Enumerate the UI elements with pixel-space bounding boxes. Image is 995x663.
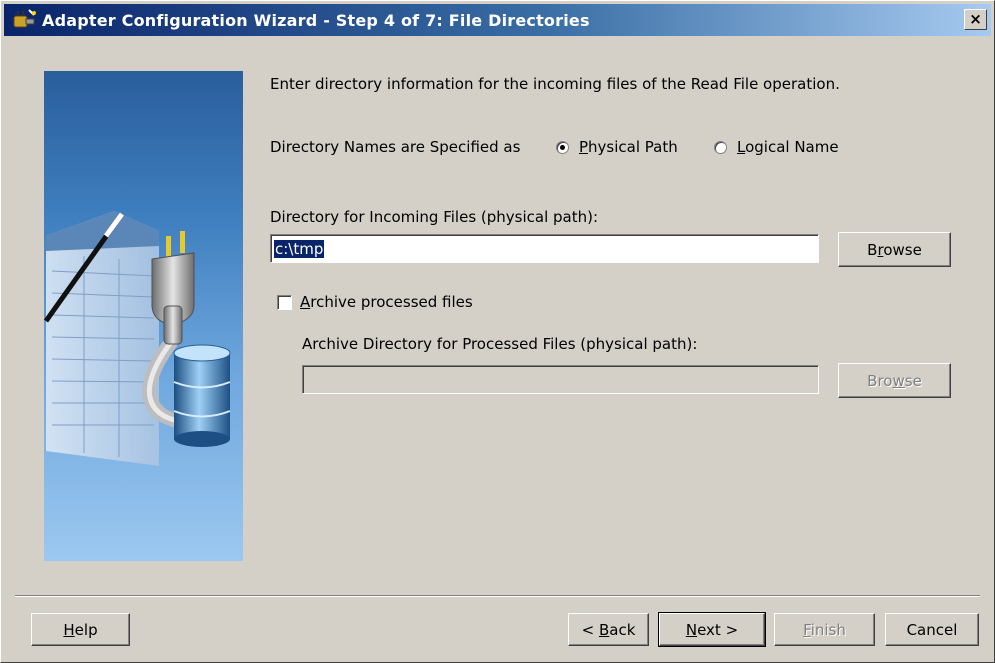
cancel-button[interactable]: Cancel <box>885 613 979 646</box>
close-icon: × <box>969 10 982 28</box>
logical-name-label[interactable]: Logical Name <box>737 138 839 156</box>
directory-names-label: Directory Names are Specified as <box>270 138 521 156</box>
plug-database-illustration <box>44 211 231 466</box>
next-button[interactable]: Next > <box>658 612 766 647</box>
help-button[interactable]: Help <box>31 613 130 646</box>
wizard-window: Adapter Configuration Wizard - Step 4 of… <box>0 0 995 663</box>
close-button[interactable]: × <box>964 9 987 30</box>
window-title: Adapter Configuration Wizard - Step 4 of… <box>42 10 590 30</box>
next-label: Next > <box>685 620 739 639</box>
physical-path-label[interactable]: Physical Path <box>579 138 678 156</box>
back-button[interactable]: < Back <box>568 613 649 646</box>
archive-browse-button[interactable]: Browse <box>838 363 951 398</box>
archive-processed-label[interactable]: Archive processed files <box>300 293 473 311</box>
wizard-banner-image <box>44 71 243 561</box>
incoming-directory-label: Directory for Incoming Files (physical p… <box>270 208 599 226</box>
finish-button[interactable]: Finish <box>774 613 875 646</box>
archive-browse-label: Browse <box>867 371 922 390</box>
archive-processed-checkbox[interactable] <box>277 295 292 310</box>
archive-directory-label: Archive Directory for Processed Files (p… <box>302 335 698 353</box>
logical-name-radio[interactable] <box>714 141 727 154</box>
help-label: Help <box>63 620 98 639</box>
adapter-wizard-icon <box>13 9 36 28</box>
incoming-browse-button[interactable]: Browse <box>838 232 951 267</box>
back-label: < Back <box>581 620 636 639</box>
physical-path-radio[interactable] <box>556 141 569 154</box>
incoming-browse-label: Browse <box>867 240 922 259</box>
title-bar[interactable]: Adapter Configuration Wizard - Step 4 of… <box>4 4 991 36</box>
incoming-directory-input[interactable]: c:\tmp <box>270 234 819 263</box>
archive-directory-input[interactable] <box>302 365 819 394</box>
finish-label: Finish <box>803 620 846 639</box>
footer-separator <box>15 595 980 597</box>
instructions-text: Enter directory information for the inco… <box>270 75 840 93</box>
incoming-directory-value: c:\tmp <box>274 239 325 258</box>
cancel-label: Cancel <box>906 620 958 639</box>
